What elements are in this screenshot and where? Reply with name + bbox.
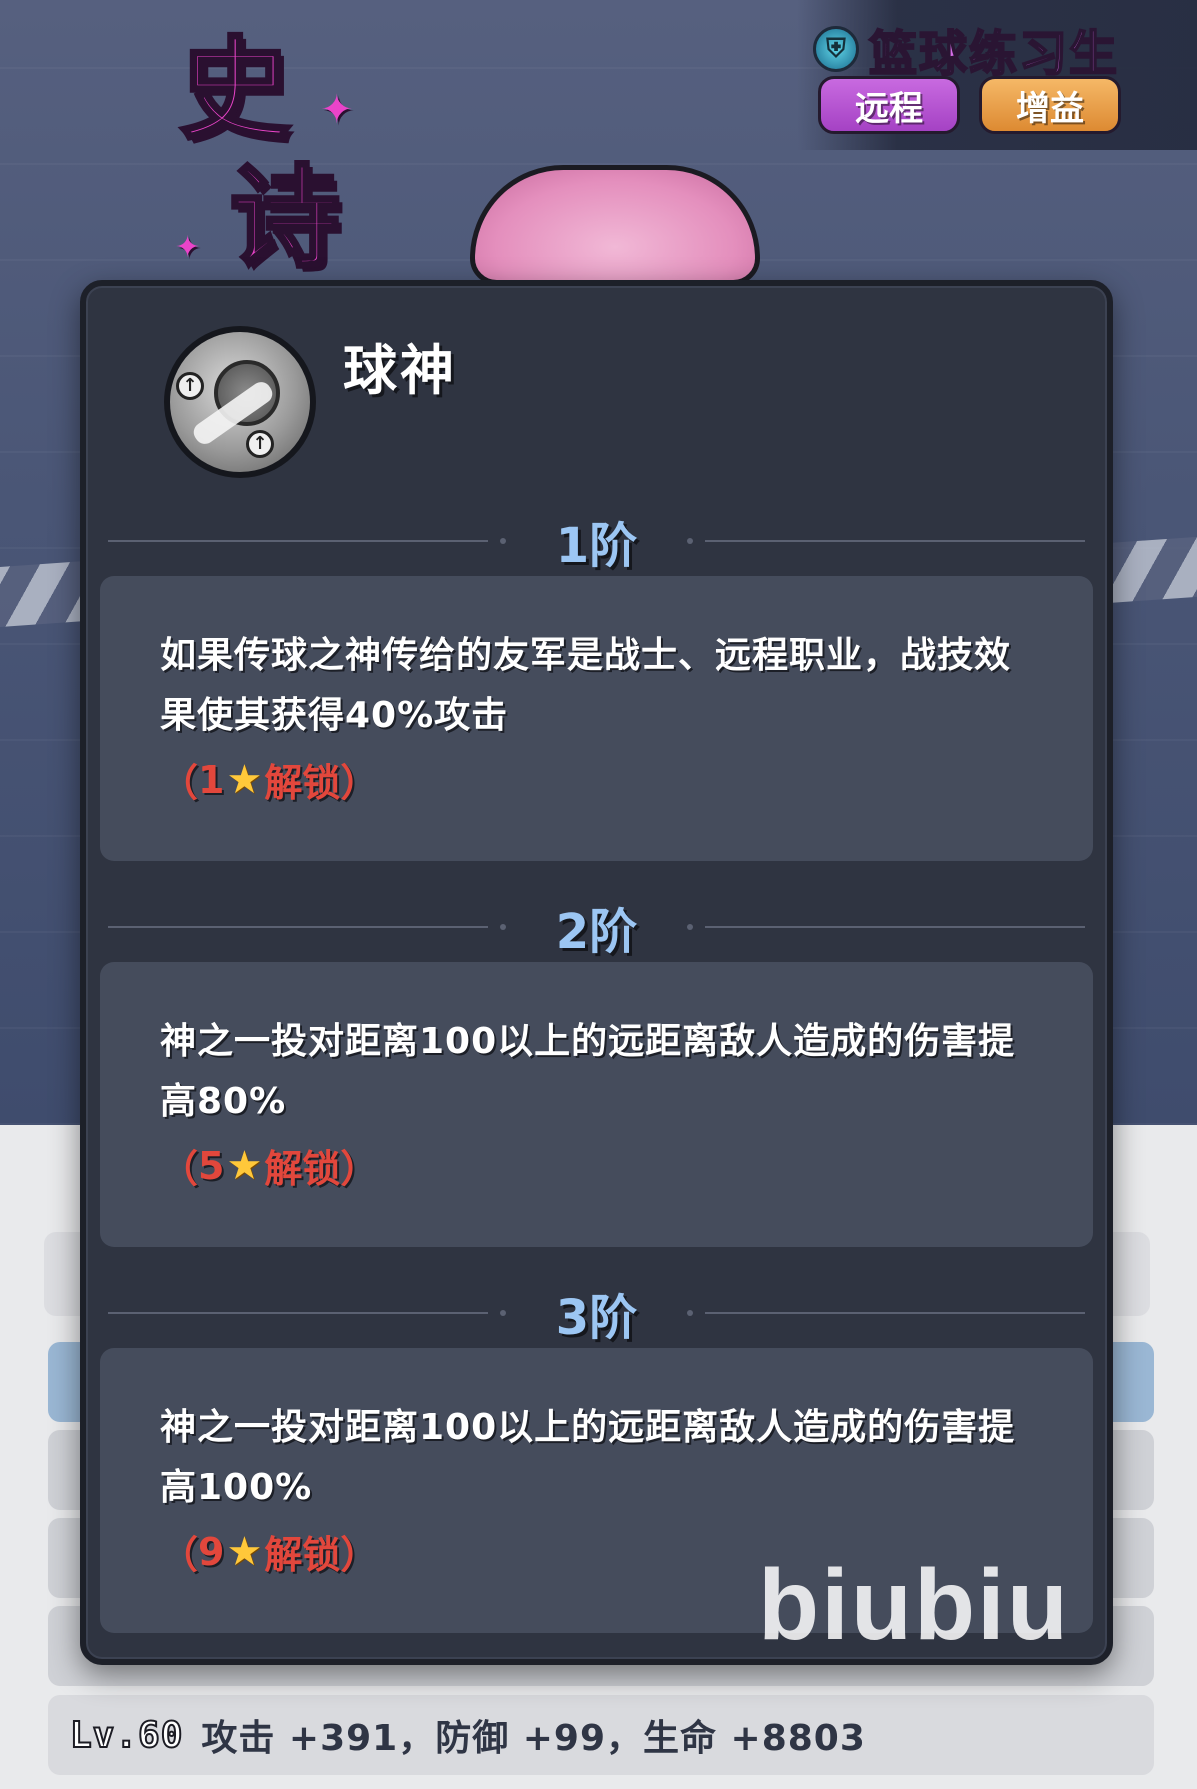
tag-buff[interactable]: 增益 (979, 76, 1121, 134)
tier-header: 1阶 (100, 506, 1093, 576)
rarity-char: 诗 (228, 154, 342, 282)
hero-name: 篮球练习生 (868, 25, 1119, 83)
sparkle-icon: ✦ (320, 87, 354, 133)
skill-detail-popup[interactable]: ↑ ↑ 球神 1阶 如果传球之神传给的友军是战士、远程职业，战技效果使其获得40… (80, 280, 1113, 1665)
unlock-requirement: （ 5 ★ 解锁） (160, 1142, 379, 1192)
arrow-up-icon: ↑ (176, 372, 204, 400)
star-icon: ★ (226, 1528, 263, 1575)
arrow-up-icon: ↑ (246, 430, 274, 458)
hero-header: ⛨ 篮球练习生 远程 增益 (797, 0, 1197, 150)
tier-header: 2阶 (100, 892, 1093, 962)
tier-description: 神之一投对距离100以上的远距离敌人造成的伤害提高100% (160, 1407, 1016, 1508)
tier-header: 3阶 (100, 1278, 1093, 1348)
sparkle-icon: ✦ (175, 230, 201, 265)
tier-description: 如果传球之神传给的友军是战士、远程职业，战技效果使其获得40%攻击 (160, 635, 1012, 736)
tier-title: 3阶 (555, 1290, 638, 1346)
tier-title: 1阶 (555, 518, 638, 574)
star-icon: ★ (226, 1142, 263, 1189)
rarity-badge: ✦ ✦ 史 诗 (175, 26, 380, 285)
tier-box: 如果传球之神传给的友军是战士、远程职业，战技效果使其获得40%攻击 （ 1 ★ … (100, 576, 1093, 861)
level-bonus-text: 攻击 +391，防御 +99，生命 +8803 (201, 1718, 866, 1759)
rarity-char: 史 (178, 26, 292, 154)
tag-ranged[interactable]: 远程 (818, 76, 960, 134)
tier-description: 神之一投对距离100以上的远距离敌人造成的伤害提高80% (160, 1021, 1016, 1122)
unlock-star-count: 5 (198, 1143, 225, 1188)
hero-name-row: ⛨ 篮球练习生 (812, 14, 1119, 84)
unlock-star-count: 1 (198, 757, 225, 802)
watermark: biubiu (758, 1549, 1070, 1661)
hero-portrait (470, 165, 760, 285)
basketball-skill-icon: ↑ ↑ (164, 326, 316, 478)
level-label: Lv.60 (69, 1714, 184, 1757)
tier-box: 神之一投对距离100以上的远距离敌人造成的伤害提高80% （ 5 ★ 解锁） (100, 962, 1093, 1247)
unlock-requirement: （ 1 ★ 解锁） (160, 756, 379, 806)
unlock-star-count: 9 (198, 1529, 225, 1574)
star-icon: ★ (226, 756, 263, 803)
tier-title: 2阶 (555, 904, 638, 960)
guardian-emblem-icon: ⛨ (812, 26, 859, 72)
level-row-lv60[interactable]: Lv.60 攻击 +391，防御 +99，生命 +8803 (48, 1695, 1154, 1775)
skill-name: 球神 (343, 339, 457, 402)
